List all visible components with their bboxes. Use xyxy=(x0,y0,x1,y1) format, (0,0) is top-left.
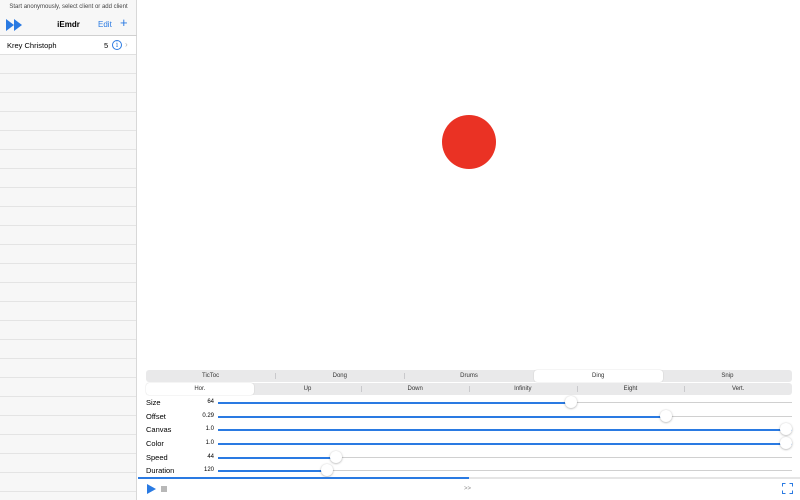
sidebar-hint: Start anonymously, select client or add … xyxy=(9,4,128,10)
edit-button[interactable]: Edit xyxy=(98,20,112,29)
tab-dong[interactable]: Dong xyxy=(275,370,404,382)
color-slider-fill xyxy=(218,442,792,445)
tab-snip[interactable]: Snip xyxy=(663,370,792,382)
app-title: iEmdr xyxy=(57,20,80,29)
play-icon[interactable] xyxy=(147,484,156,494)
canvas-slider[interactable] xyxy=(218,423,792,435)
speed-slider-thumb[interactable] xyxy=(329,451,342,463)
sidebar-nav-bar: iEmdr Edit + xyxy=(0,14,137,36)
color-slider-row: Color 1.0 xyxy=(146,437,792,450)
size-slider-fill xyxy=(218,401,571,404)
speed-slider[interactable] xyxy=(218,451,792,463)
stop-icon[interactable] xyxy=(161,486,167,492)
canvas-label: Canvas xyxy=(146,425,172,434)
tab-tictoc[interactable]: TicToc xyxy=(146,370,275,382)
color-slider-thumb[interactable] xyxy=(780,437,792,449)
offset-slider-fill xyxy=(218,415,666,418)
duration-slider[interactable] xyxy=(218,464,792,476)
motion-selector: Hor. Up Down Infinity Eight Vert. xyxy=(146,383,792,395)
chevron-right-icon: › xyxy=(125,40,128,49)
canvas-slider-thumb[interactable] xyxy=(780,423,792,435)
app-window: Start anonymously, select client or add … xyxy=(0,0,800,500)
tab-down[interactable]: Down xyxy=(361,383,469,395)
stimulus-dot xyxy=(442,115,496,169)
client-list-item[interactable]: Krey Christoph 5 i › xyxy=(0,36,136,55)
client-name: Krey Christoph xyxy=(7,41,57,50)
offset-slider-row: Offset 0.29 xyxy=(146,410,792,423)
client-sidebar: Start anonymously, select client or add … xyxy=(0,0,137,500)
canvas-value: 1.0 xyxy=(205,426,214,432)
duration-slider-row: Duration 120 xyxy=(146,464,792,477)
playback-bar: >> xyxy=(138,479,800,500)
size-slider[interactable] xyxy=(218,396,792,408)
speed-value: 44 xyxy=(207,454,214,460)
color-label: Color xyxy=(146,439,164,448)
canvas-slider-row: Canvas 1.0 xyxy=(146,423,792,436)
tab-vertical[interactable]: Vert. xyxy=(684,383,792,395)
offset-label: Offset xyxy=(146,412,166,421)
info-icon[interactable]: i xyxy=(112,40,122,50)
add-client-button[interactable]: + xyxy=(120,16,128,30)
client-list-lines xyxy=(0,36,136,500)
speed-slider-row: Speed 44 xyxy=(146,451,792,464)
size-value: 64 xyxy=(207,399,214,405)
tab-horizontal[interactable]: Hor. xyxy=(146,383,254,395)
size-label: Size xyxy=(146,398,161,407)
color-slider[interactable] xyxy=(218,437,792,449)
color-value: 1.0 xyxy=(205,440,214,446)
tab-drums[interactable]: Drums xyxy=(404,370,533,382)
tab-up[interactable]: Up xyxy=(254,383,362,395)
tab-eight[interactable]: Eight xyxy=(576,383,685,395)
client-session-count: 5 xyxy=(104,41,109,50)
size-slider-thumb[interactable] xyxy=(565,396,577,408)
fullscreen-icon[interactable] xyxy=(782,483,793,494)
duration-label: Duration xyxy=(146,466,175,475)
tab-infinity[interactable]: Infinity xyxy=(469,383,577,395)
speed-slider-fill xyxy=(218,456,336,459)
speed-label: Speed xyxy=(146,453,168,462)
duration-slider-fill xyxy=(218,469,328,472)
fast-forward-label[interactable]: >> xyxy=(464,486,471,492)
tab-ding[interactable]: Ding xyxy=(533,370,663,382)
canvas-slider-fill xyxy=(218,428,792,431)
size-slider-row: Size 64 xyxy=(146,396,792,409)
sound-selector: TicToc Dong Drums Ding Snip xyxy=(146,370,792,382)
offset-slider[interactable] xyxy=(218,410,792,422)
duration-value: 120 xyxy=(203,467,214,473)
duration-slider-thumb[interactable] xyxy=(321,464,334,476)
stimulus-canvas xyxy=(138,0,800,370)
offset-value: 0.29 xyxy=(202,413,214,419)
offset-slider-thumb[interactable] xyxy=(659,410,672,422)
